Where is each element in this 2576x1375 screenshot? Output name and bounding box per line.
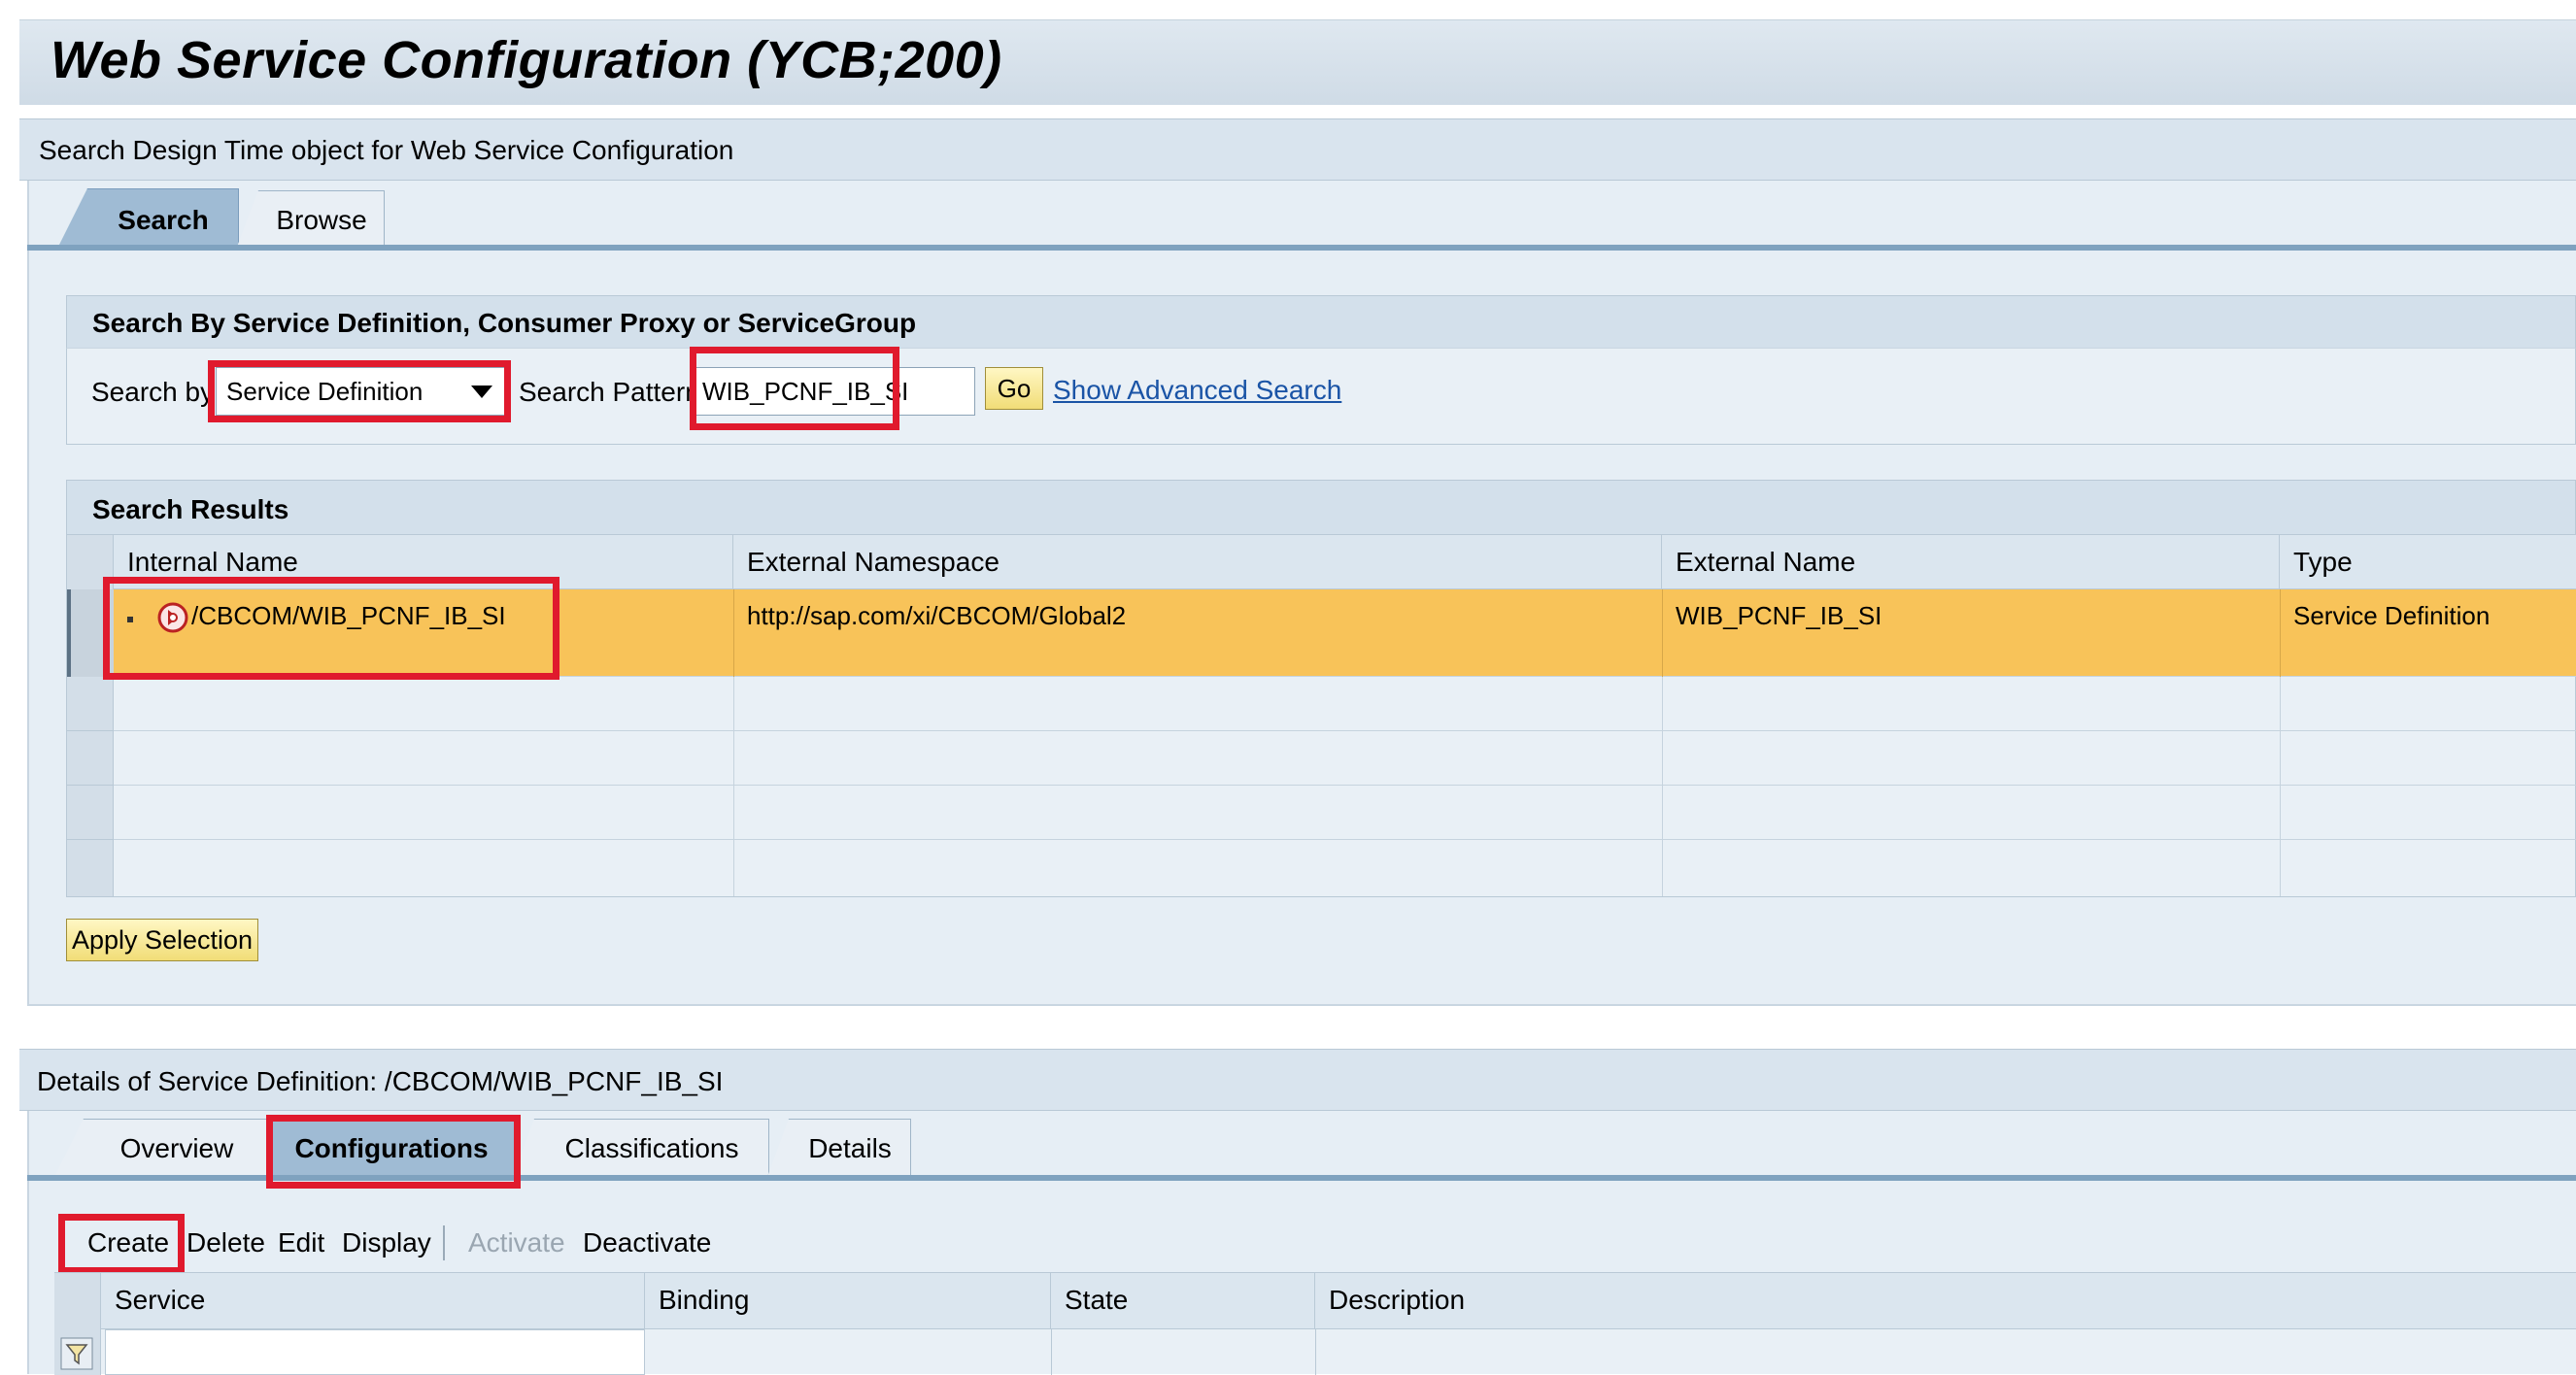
column-divider bbox=[733, 589, 734, 677]
row-selector[interactable] bbox=[67, 786, 114, 840]
title-bar: Web Service Configuration (YCB;200) bbox=[19, 19, 2576, 105]
display-button[interactable]: Display bbox=[342, 1227, 431, 1258]
column-divider bbox=[1662, 677, 1663, 896]
tab-browse[interactable]: Browse bbox=[237, 190, 385, 247]
column-divider bbox=[2280, 589, 2281, 677]
column-divider bbox=[1662, 589, 1663, 677]
results-group-title: Search Results bbox=[92, 494, 289, 524]
row-selector[interactable] bbox=[67, 677, 114, 731]
cell-type: Service Definition bbox=[2293, 601, 2491, 630]
criteria-group-header: Search By Service Definition, Consumer P… bbox=[66, 295, 2576, 348]
highlight-create-button bbox=[58, 1214, 185, 1274]
tab-overview[interactable]: Overview bbox=[54, 1119, 270, 1177]
details-panel-title: Details of Service Definition: /CBCOM/WI… bbox=[37, 1066, 724, 1096]
column-divider bbox=[1315, 1329, 1316, 1375]
column-divider bbox=[733, 677, 734, 896]
cell-external-namespace: http://sap.com/xi/CBCOM/Global2 bbox=[747, 601, 1127, 630]
search-panel-title: Search Design Time object for Web Servic… bbox=[39, 135, 734, 165]
delete-button[interactable]: Delete bbox=[186, 1227, 265, 1258]
highlight-configurations-tab bbox=[266, 1115, 521, 1189]
highlight-internal-name bbox=[103, 577, 559, 680]
activate-button[interactable]: Activate bbox=[468, 1227, 565, 1258]
column-header-description[interactable]: Description bbox=[1315, 1273, 2576, 1329]
cell-external-name: WIB_PCNF_IB_SI bbox=[1676, 601, 1882, 630]
go-button[interactable]: Go bbox=[985, 367, 1043, 410]
results-group-header: Search Results bbox=[66, 480, 2576, 534]
column-header-state[interactable]: State bbox=[1051, 1273, 1315, 1329]
table-row[interactable] bbox=[114, 786, 2576, 840]
column-header-external-namespace[interactable]: External Namespace bbox=[733, 535, 1662, 589]
search-pattern-label: Search Pattern: bbox=[519, 377, 708, 407]
tab-strip-divider bbox=[27, 245, 2576, 251]
highlight-search-by bbox=[208, 360, 511, 422]
column-header-type[interactable]: Type bbox=[2280, 535, 2576, 589]
column-header-binding[interactable]: Binding bbox=[645, 1273, 1051, 1329]
highlight-search-pattern bbox=[690, 347, 899, 430]
column-header-service[interactable]: Service bbox=[101, 1273, 645, 1329]
tab-details[interactable]: Details bbox=[767, 1119, 911, 1177]
deactivate-button[interactable]: Deactivate bbox=[583, 1227, 711, 1258]
search-panel-header: Search Design Time object for Web Servic… bbox=[19, 118, 2576, 181]
edit-button[interactable]: Edit bbox=[278, 1227, 324, 1258]
toolbar-separator bbox=[443, 1225, 445, 1260]
details-panel-header: Details of Service Definition: /CBCOM/WI… bbox=[19, 1049, 2576, 1111]
table-row[interactable] bbox=[114, 677, 2576, 731]
tab-classifications[interactable]: Classifications bbox=[513, 1119, 769, 1177]
tab-search[interactable]: Search bbox=[58, 188, 239, 247]
column-divider bbox=[2280, 677, 2281, 896]
filter-row bbox=[54, 1329, 2576, 1375]
criteria-group-title: Search By Service Definition, Consumer P… bbox=[92, 308, 917, 338]
row-selector[interactable] bbox=[67, 731, 114, 786]
configurations-table: Service Binding State Description bbox=[54, 1272, 2576, 1375]
page-title: Web Service Configuration (YCB;200) bbox=[51, 31, 1002, 89]
apply-selection-button[interactable]: Apply Selection bbox=[66, 919, 258, 961]
table-row[interactable] bbox=[114, 731, 2576, 786]
search-by-label: Search by: bbox=[91, 377, 221, 407]
table-row[interactable] bbox=[114, 840, 2576, 896]
column-divider bbox=[1051, 1329, 1052, 1375]
filter-input-service[interactable] bbox=[105, 1329, 645, 1375]
show-advanced-search-link[interactable]: Show Advanced Search bbox=[1053, 375, 1341, 406]
column-header-external-name[interactable]: External Name bbox=[1662, 535, 2280, 589]
filter-icon[interactable] bbox=[60, 1337, 93, 1370]
